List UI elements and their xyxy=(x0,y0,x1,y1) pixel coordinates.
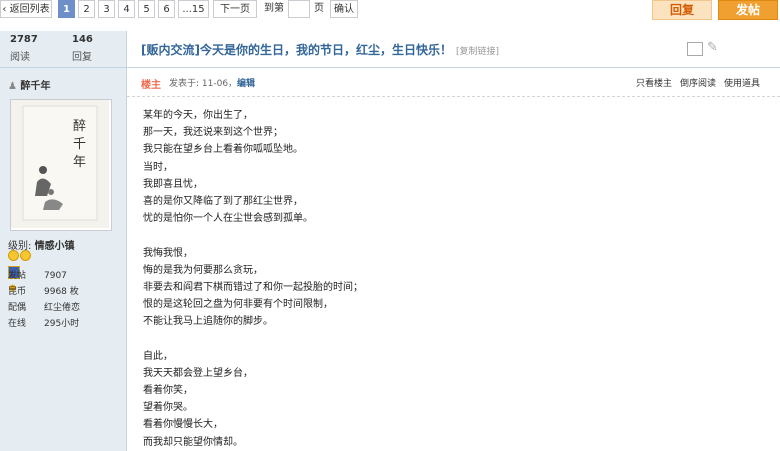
post-line: 自此， xyxy=(143,350,173,362)
post-line: 某年的今天，你出生了， xyxy=(143,110,253,121)
thread-title-bar: [贩内交流]今天是你的生日，我的节日，红尘，生日快乐！ [复制链接] ✎ xyxy=(127,31,780,68)
chevron-left-icon: ‹ xyxy=(2,4,7,15)
svg-text:千: 千 xyxy=(73,137,86,152)
post-line: 恨的是这轮回之盘为何非要有个时间限制， xyxy=(143,299,333,311)
post-line: 忧的是怕你一个人在尘世会感到孤单。 xyxy=(143,213,313,225)
post-meta-bar: 楼主 发表于: 11-06，编辑 只看楼主 倒序阅读 使用道具 xyxy=(127,68,780,97)
post-tools: 只看楼主 倒序阅读 使用道具 xyxy=(628,76,760,89)
post-line: 不能让我马上追随你的脚步。 xyxy=(143,316,273,328)
user-icon: ♟ xyxy=(8,81,17,92)
post-line: 喜的是你又降临了到了那红尘世界， xyxy=(143,195,303,207)
pagination-bar: ‹ 返回列表 1 2 3 4 5 6 ...15 下一页 到第 页 确认 回复 … xyxy=(0,0,780,24)
smiley-icon xyxy=(20,250,31,261)
post-line: 悔的是我为何要那么贪玩， xyxy=(143,264,263,276)
goto-page-input[interactable] xyxy=(288,0,310,18)
page-6-button[interactable]: 6 xyxy=(158,0,175,18)
post-line: 那一天，我还说来到这个世界； xyxy=(143,127,283,139)
author-name-row[interactable]: ♟ 醉千年 xyxy=(8,77,50,92)
post-line: 我即喜且忧， xyxy=(143,178,203,190)
post-line: 我天天都会登上望乡台， xyxy=(143,367,253,379)
thread-stats: 2787 阅读 146 回复 xyxy=(0,31,126,68)
post-time: 发表于: 11-06，编辑 xyxy=(169,79,256,89)
page-1-button[interactable]: 1 xyxy=(58,0,75,18)
profile-posts: 发帖 7907 xyxy=(8,271,67,281)
page-5-button[interactable]: 5 xyxy=(138,0,155,18)
reverse-order-link[interactable]: 倒序阅读 xyxy=(680,79,716,89)
replies-count: 146 xyxy=(72,34,93,45)
post-line: 看着你慢慢长大， xyxy=(143,419,223,431)
new-post-button[interactable]: 发帖 xyxy=(718,0,778,20)
author-sidebar: 2787 阅读 146 回复 ♟ 醉千年 醉 千 年 级别: 情感小镇 ✹ 发帖 xyxy=(0,31,127,451)
wrench-icon[interactable]: ✎ xyxy=(707,40,718,55)
only-owner-link[interactable]: 只看楼主 xyxy=(636,79,672,89)
next-page-button[interactable]: 下一页 xyxy=(213,0,257,18)
confirm-button[interactable]: 确认 xyxy=(330,0,358,18)
smiley-badges xyxy=(8,250,32,264)
avatar-image: 醉 千 年 xyxy=(11,100,109,228)
edit-link[interactable]: 编辑 xyxy=(237,79,255,89)
user-level-value: 情感小镇 xyxy=(34,241,75,252)
page-4-button[interactable]: 4 xyxy=(118,0,135,18)
replies-label: 回复 xyxy=(72,52,92,63)
select-checkbox[interactable] xyxy=(687,42,703,56)
owner-tag: 楼主 xyxy=(141,80,161,91)
post-line: 望着你哭。 xyxy=(143,402,193,414)
post-line: 而我却只能望你情却。 xyxy=(143,436,243,448)
views-count: 2787 xyxy=(10,34,38,45)
post-content: 某年的今天，你出生了， 那一天，我还说来到这个世界； 我只能在望乡台上看着你呱呱坠地… xyxy=(143,107,703,451)
author-name[interactable]: 醉千年 xyxy=(20,81,50,92)
avatar[interactable]: 醉 千 年 xyxy=(10,99,112,231)
post-line: 看着你笑， xyxy=(143,385,193,396)
profile-spouse: 配偶 红尘倦恋 xyxy=(8,303,81,313)
smiley-icon xyxy=(8,250,19,261)
copy-link[interactable]: [复制链接] xyxy=(456,47,499,57)
page-2-button[interactable]: 2 xyxy=(78,0,95,18)
svg-text:醉: 醉 xyxy=(73,118,86,134)
post-line: 当时， xyxy=(143,161,173,173)
use-item-link[interactable]: 使用道具 xyxy=(724,79,760,89)
post-line: 我悔我恨， xyxy=(143,247,193,259)
reply-button[interactable]: 回复 xyxy=(652,0,712,20)
post-line: 非要去和阎君下棋而错过了和你一起投胎的时间； xyxy=(143,281,363,293)
svg-text:年: 年 xyxy=(73,155,86,170)
page-last-button[interactable]: ...15 xyxy=(178,0,209,18)
back-to-list-button[interactable]: ‹ 返回列表 xyxy=(0,0,52,18)
post-area: [贩内交流]今天是你的生日，我的节日，红尘，生日快乐！ [复制链接] ✎ 楼主 发… xyxy=(127,31,780,451)
profile-online: 在线 295小时 xyxy=(8,319,80,329)
thread-title: [贩内交流]今天是你的生日，我的节日，红尘，生日快乐！ [复制链接] xyxy=(141,43,500,57)
views-label: 阅读 xyxy=(10,52,30,63)
goto-prefix: 到第 xyxy=(264,3,284,14)
page-3-button[interactable]: 3 xyxy=(98,0,115,18)
profile-coins: 昆币 9968 枚 xyxy=(8,287,79,297)
goto-suffix: 页 xyxy=(314,3,324,14)
post-line: 我只能在望乡台上看着你呱呱坠地。 xyxy=(143,144,303,156)
